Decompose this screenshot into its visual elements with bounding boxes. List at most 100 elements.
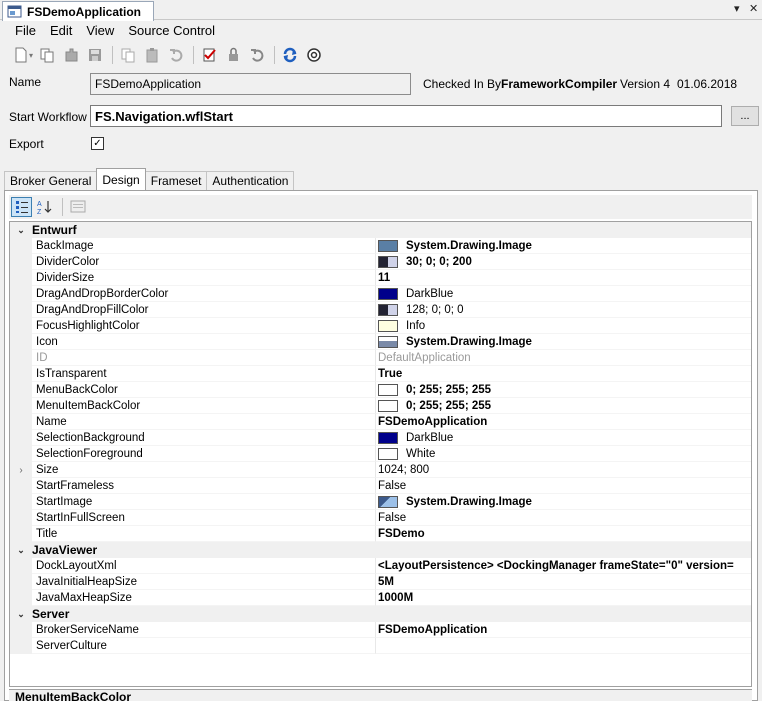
expand-icon[interactable]: › (10, 462, 32, 478)
property-value[interactable]: Info (375, 318, 751, 334)
tab-dropdown-icon[interactable]: ▾ (734, 2, 740, 15)
tab-design[interactable]: Design (96, 168, 146, 190)
property-value[interactable]: System.Drawing.Image (375, 334, 751, 350)
property-value[interactable]: White (375, 446, 751, 462)
property-value-text: DarkBlue (406, 287, 454, 300)
undo-checkout-icon[interactable] (246, 44, 268, 66)
copy-icon[interactable] (36, 44, 58, 66)
save-icon[interactable] (84, 44, 106, 66)
check-out-icon[interactable] (222, 44, 244, 66)
property-value-text: DefaultApplication (378, 351, 471, 364)
property-value[interactable]: <LayoutPersistence> <DockingManager fram… (375, 558, 751, 574)
categorized-icon[interactable] (11, 197, 32, 217)
property-row[interactable]: › Size 1024; 800 (10, 462, 751, 478)
row-gutter (10, 558, 32, 574)
menu-view[interactable]: View (79, 21, 121, 41)
paste-component-icon[interactable] (60, 44, 82, 66)
new-icon[interactable]: ▾ (12, 44, 34, 66)
start-workflow-field[interactable]: FS.Navigation.wflStart (90, 105, 722, 127)
document-tab-title: FSDemoApplication (27, 4, 142, 19)
collapse-icon[interactable]: ⌄ (10, 545, 32, 556)
property-row[interactable]: Title FSDemo (10, 526, 751, 542)
property-row[interactable]: MenuBackColor 0; 255; 255; 255 (10, 382, 751, 398)
property-value[interactable]: System.Drawing.Image (375, 494, 751, 510)
property-row[interactable]: JavaMaxHeapSize 1000M (10, 590, 751, 606)
svg-text:A: A (37, 201, 42, 208)
property-row[interactable]: StartFrameless False (10, 478, 751, 494)
property-name: SelectionBackground (32, 430, 375, 446)
menu-edit[interactable]: Edit (43, 21, 79, 41)
property-pages-icon[interactable] (67, 196, 89, 218)
property-value[interactable]: 0; 255; 255; 255 (375, 398, 751, 414)
export-checkbox[interactable]: ✓ (91, 137, 104, 150)
row-gutter (10, 334, 32, 350)
property-value[interactable]: False (375, 478, 751, 494)
property-value[interactable]: FSDemoApplication (375, 622, 751, 638)
document-tab[interactable]: FSDemoApplication (2, 1, 154, 21)
settings-icon[interactable] (303, 44, 325, 66)
collapse-icon[interactable]: ⌄ (10, 609, 32, 620)
property-row[interactable]: DockLayoutXml <LayoutPersistence> <Dockin… (10, 558, 751, 574)
property-row[interactable]: BrokerServiceName FSDemoApplication (10, 622, 751, 638)
property-row[interactable]: DragAndDropBorderColor DarkBlue (10, 286, 751, 302)
browse-button[interactable]: ... (731, 106, 759, 126)
tab-frameset[interactable]: Frameset (144, 171, 208, 190)
property-value[interactable]: DefaultApplication (375, 350, 751, 366)
category-server[interactable]: ⌄ Server (10, 606, 751, 622)
property-value[interactable] (375, 638, 751, 654)
property-value[interactable]: 0; 255; 255; 255 (375, 382, 751, 398)
row-gutter (10, 302, 32, 318)
property-row[interactable]: Name FSDemoApplication (10, 414, 751, 430)
property-row[interactable]: DividerColor 30; 0; 0; 200 (10, 254, 751, 270)
property-name: DragAndDropFillColor (32, 302, 375, 318)
tab-authentication[interactable]: Authentication (206, 171, 295, 190)
tab-broker-general[interactable]: Broker General (4, 171, 98, 190)
property-value[interactable]: DarkBlue (375, 286, 751, 302)
name-value: FSDemoApplication (95, 77, 202, 91)
property-value[interactable]: FSDemo (375, 526, 751, 542)
property-row[interactable]: DividerSize 11 (10, 270, 751, 286)
property-row[interactable]: ServerCulture (10, 638, 751, 654)
property-row[interactable]: FocusHighlightColor Info (10, 318, 751, 334)
property-value[interactable]: 30; 0; 0; 200 (375, 254, 751, 270)
collapse-icon[interactable]: ⌄ (10, 225, 32, 236)
toolbar: ▾ (0, 42, 762, 68)
property-value[interactable]: False (375, 510, 751, 526)
property-value[interactable]: FSDemoApplication (375, 414, 751, 430)
property-row[interactable]: ID DefaultApplication (10, 350, 751, 366)
property-row[interactable]: Icon System.Drawing.Image (10, 334, 751, 350)
property-value[interactable]: 5M (375, 574, 751, 590)
property-value[interactable]: DarkBlue (375, 430, 751, 446)
name-field[interactable]: FSDemoApplication (90, 73, 411, 95)
property-name: SelectionForeground (32, 446, 375, 462)
property-value[interactable]: 1000M (375, 590, 751, 606)
property-value[interactable]: 11 (375, 270, 751, 286)
property-row[interactable]: MenuItemBackColor 0; 255; 255; 255 (10, 398, 751, 414)
property-value[interactable]: 128; 0; 0; 0 (375, 302, 751, 318)
category-entwurf[interactable]: ⌄ Entwurf (10, 222, 751, 238)
property-row[interactable]: StartInFullScreen False (10, 510, 751, 526)
alphabetical-icon[interactable]: AZ (34, 196, 56, 218)
property-row[interactable]: IsTransparent True (10, 366, 751, 382)
property-row[interactable]: BackImage System.Drawing.Image (10, 238, 751, 254)
close-icon[interactable]: ✕ (749, 2, 758, 15)
category-javaviewer[interactable]: ⌄ JavaViewer (10, 542, 751, 558)
property-row[interactable]: StartImage System.Drawing.Image (10, 494, 751, 510)
menu-source-control[interactable]: Source Control (121, 21, 222, 41)
undo-icon[interactable] (165, 44, 187, 66)
property-value-text: 0; 255; 255; 255 (406, 383, 492, 396)
property-row[interactable]: SelectionBackground DarkBlue (10, 430, 751, 446)
row-gutter (10, 318, 32, 334)
property-value[interactable]: System.Drawing.Image (375, 238, 751, 254)
refresh-icon[interactable] (279, 44, 301, 66)
property-row[interactable]: JavaInitialHeapSize 5M (10, 574, 751, 590)
property-name: StartInFullScreen (32, 510, 375, 526)
check-in-icon[interactable] (198, 44, 220, 66)
menu-file[interactable]: File (0, 21, 43, 41)
property-value[interactable]: True (375, 366, 751, 382)
property-row[interactable]: SelectionForeground White (10, 446, 751, 462)
property-row[interactable]: DragAndDropFillColor 128; 0; 0; 0 (10, 302, 751, 318)
property-value[interactable]: 1024; 800 (375, 462, 751, 478)
paste-icon[interactable] (141, 44, 163, 66)
copy2-icon[interactable] (117, 44, 139, 66)
